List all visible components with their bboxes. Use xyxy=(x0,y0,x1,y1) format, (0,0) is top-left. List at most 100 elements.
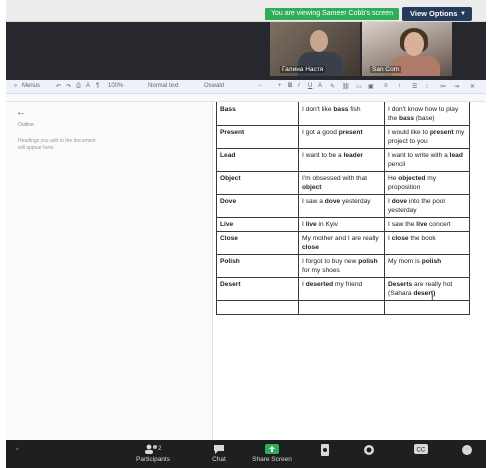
spellcheck-icon[interactable]: A xyxy=(86,83,90,89)
example-1-cell[interactable]: I saw a dove yesterday xyxy=(298,194,385,218)
outline-title: Outline xyxy=(18,122,34,128)
style-select[interactable]: Normal text xyxy=(148,83,179,89)
example-2-cell[interactable]: I close the book xyxy=(384,231,470,255)
chevron-down-icon: ▼ xyxy=(460,11,466,17)
bold-icon[interactable]: B xyxy=(288,83,292,89)
highlight-icon[interactable]: ✎ xyxy=(330,83,335,90)
example-2-cell[interactable]: He objected my proposition xyxy=(384,171,470,195)
record-icon xyxy=(310,444,340,458)
redo-icon[interactable]: ↷ xyxy=(66,83,71,90)
video-strip: Галина Настя San Com xyxy=(6,22,486,80)
caret-up-icon[interactable]: ^ xyxy=(466,448,469,454)
chat-label: Chat xyxy=(212,456,226,463)
line-spacing-icon[interactable]: ↕ xyxy=(398,83,401,89)
video-tile[interactable]: San Com xyxy=(362,22,452,76)
record-button[interactable] xyxy=(310,444,340,458)
example-1-cell[interactable]: I don't like bass fish xyxy=(298,102,385,126)
chat-icon xyxy=(202,444,236,456)
table-row: Bass I don't like bass fish I don't know h… xyxy=(216,102,470,126)
example-2-cell[interactable]: Deserts are really hot (Sahara desert) xyxy=(384,277,470,301)
docs-toolbar: ⌕ Menus ↶ ↷ ⎙ A ¶ 100% Normal text Oswal… xyxy=(6,80,486,94)
image-icon[interactable]: ▣ xyxy=(368,83,374,90)
example-2-cell[interactable]: I would like to present my project to yo… xyxy=(384,125,470,149)
table-row: Lead I want to be a leader I want to write… xyxy=(216,148,470,172)
empty-cell[interactable] xyxy=(298,300,385,315)
table-row: Dove I saw a dove yesterday I dove into th… xyxy=(216,194,470,218)
example-2-cell[interactable]: I dove into the pool yesterday xyxy=(384,194,470,218)
word-cell[interactable]: Present xyxy=(216,125,299,149)
zoom-share-strip: You are viewing Sameer Cobb's screen Vie… xyxy=(6,0,486,22)
menus-button[interactable]: Menus xyxy=(22,83,40,89)
print-icon[interactable]: ⎙ xyxy=(76,83,81,90)
view-options-button[interactable]: View Options ▼ xyxy=(402,7,472,21)
back-arrow-icon[interactable]: ← xyxy=(16,107,26,118)
font-select[interactable]: Oswald xyxy=(204,83,224,89)
example-1-cell[interactable]: I live in Kyiv xyxy=(298,217,385,232)
indent-icon[interactable]: ⇥ xyxy=(454,83,459,90)
video-tile[interactable]: Галина Настя xyxy=(270,22,360,76)
word-cell[interactable]: Bass xyxy=(216,102,299,126)
empty-cell[interactable] xyxy=(384,300,470,315)
ruler[interactable] xyxy=(6,94,486,102)
example-2-cell[interactable]: I want to write with a lead pencil xyxy=(384,148,470,172)
word-cell[interactable]: Desert xyxy=(216,277,299,301)
clear-format-icon[interactable]: ✕ xyxy=(470,83,475,90)
reactions-button[interactable] xyxy=(354,444,384,458)
participant-name: Галина Настя xyxy=(280,66,326,73)
word-cell[interactable]: Lead xyxy=(216,148,299,172)
example-1-cell[interactable]: I'm obsessed with that object xyxy=(298,171,385,195)
chat-button[interactable]: Chat xyxy=(202,444,236,463)
closed-captions-button[interactable]: CC xyxy=(406,444,436,456)
link-icon[interactable]: ⛓ xyxy=(342,83,350,90)
word-cell[interactable]: Polish xyxy=(216,254,299,278)
example-2-cell[interactable]: I don't know how to play the bass (base) xyxy=(384,102,470,126)
align-icon[interactable]: ≡ xyxy=(384,83,388,89)
text-color-icon[interactable]: A xyxy=(318,83,322,89)
view-options-label: View Options xyxy=(410,9,458,18)
example-2-cell[interactable]: I saw the live concert xyxy=(384,217,470,232)
italic-icon[interactable]: I xyxy=(298,83,300,89)
checklist-icon[interactable]: ☰ xyxy=(412,83,417,90)
example-1-cell[interactable]: My mother and I are really close xyxy=(298,231,385,255)
underline-icon[interactable]: U xyxy=(308,83,312,89)
example-1-cell[interactable]: I got a good present xyxy=(298,125,385,149)
table-row: Polish I forgot to buy new polish for my … xyxy=(216,254,470,278)
participants-label: Participants xyxy=(136,456,170,463)
comment-icon[interactable]: ▭ xyxy=(356,83,362,90)
empty-table-row xyxy=(216,300,470,315)
zoom-control-bar: ^ 2 Participants Chat Share Screen CC ^ xyxy=(6,440,486,468)
document-page[interactable]: Bass I don't like bass fish I don't know h… xyxy=(212,102,480,440)
share-banner: You are viewing Sameer Cobb's screen xyxy=(265,8,399,20)
participants-button[interactable]: 2 Participants xyxy=(128,444,178,463)
paint-format-icon[interactable]: ¶ xyxy=(96,83,99,89)
share-screen-icon xyxy=(244,444,300,456)
example-2-cell[interactable]: My mom is polish xyxy=(384,254,470,278)
numbered-list-icon[interactable]: ≔ xyxy=(440,83,446,90)
zoom-select[interactable]: 100% xyxy=(108,83,123,89)
outline-hint: Headings you add to the document will ap… xyxy=(18,138,96,151)
empty-cell[interactable] xyxy=(216,300,299,315)
bullet-list-icon[interactable]: ⁝ xyxy=(426,83,428,90)
word-cell[interactable]: Object xyxy=(216,171,299,195)
search-icon[interactable]: ⌕ xyxy=(14,83,17,90)
caret-up-icon[interactable]: ^ xyxy=(16,448,19,454)
word-cell[interactable]: Dove xyxy=(216,194,299,218)
word-cell[interactable]: Close xyxy=(216,231,299,255)
outline-panel: ← Outline Headings you add to the docume… xyxy=(6,102,212,440)
table-row: Present I got a good present I would like … xyxy=(216,125,470,149)
reactions-icon xyxy=(354,444,384,458)
table-row: Object I'm obsessed with that object He ob… xyxy=(216,171,470,195)
table-row: Live I live in Kyiv I saw the live concert xyxy=(216,217,470,232)
svg-text:CC: CC xyxy=(417,448,426,454)
example-1-cell[interactable]: I forgot to buy new polish for my shoes xyxy=(298,254,385,278)
participant-name: San Com xyxy=(370,66,402,73)
share-screen-button[interactable]: Share Screen xyxy=(244,444,300,463)
example-1-cell[interactable]: I want to be a leader xyxy=(298,148,385,172)
undo-icon[interactable]: ↶ xyxy=(56,83,61,90)
participant-count: 2 xyxy=(158,446,162,452)
decrease-size-icon[interactable]: − xyxy=(258,83,262,89)
word-cell[interactable]: Live xyxy=(216,217,299,232)
text-cursor-icon: I xyxy=(431,292,434,302)
increase-size-icon[interactable]: + xyxy=(278,83,282,89)
example-1-cell[interactable]: I deserted my friend xyxy=(298,277,385,301)
